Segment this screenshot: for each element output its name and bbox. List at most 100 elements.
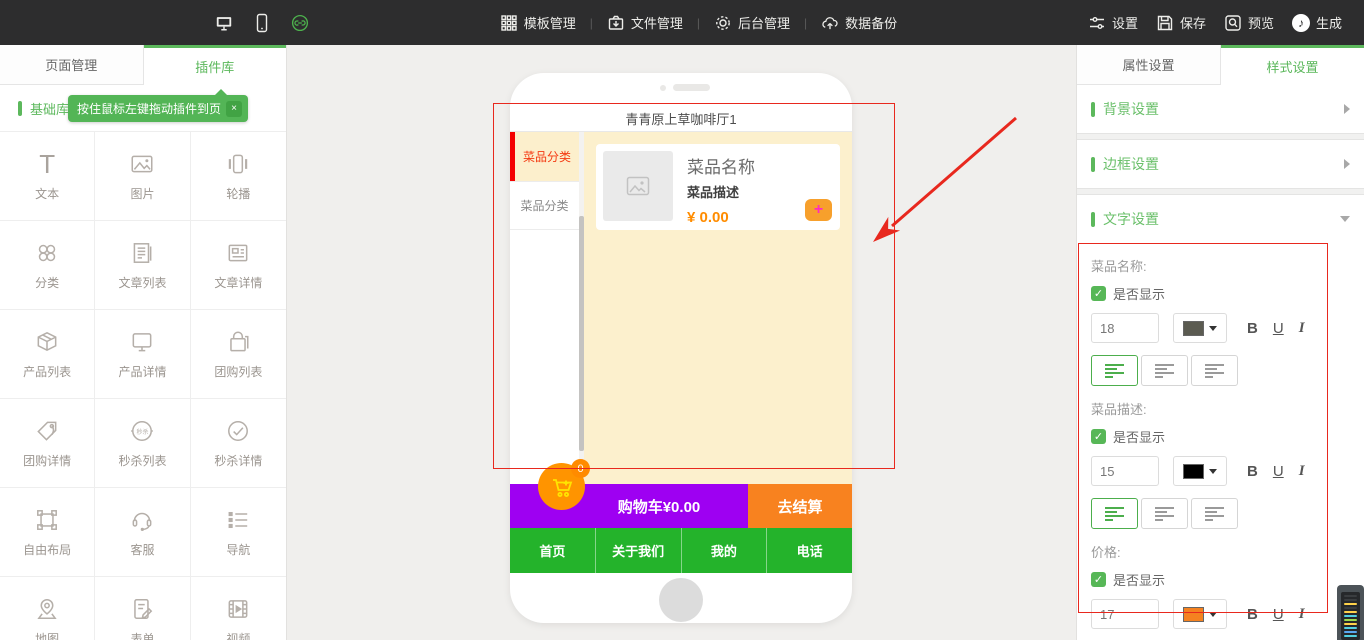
tab-plugin-library[interactable]: 插件库: [144, 45, 287, 85]
checkout-button[interactable]: 去结算: [748, 484, 852, 528]
link-icon[interactable]: [291, 14, 309, 32]
widget-nav[interactable]: 导航: [191, 488, 286, 577]
close-icon[interactable]: ×: [226, 101, 242, 117]
menu-separator: |: [804, 16, 807, 30]
italic-button[interactable]: I: [1299, 606, 1305, 623]
tab-page-manage[interactable]: 页面管理: [0, 45, 144, 85]
category-tab[interactable]: 菜品分类: [510, 181, 579, 230]
generate-button[interactable]: ♪ 生成: [1292, 13, 1342, 32]
nav-mine[interactable]: 我的: [681, 528, 767, 573]
menu-data-backup[interactable]: 数据备份: [821, 13, 897, 32]
menu-template-manage[interactable]: 模板管理: [500, 13, 576, 32]
phone-scrollbar-thumb[interactable]: [579, 216, 584, 451]
widget-seckill-detail[interactable]: 秒杀详情: [191, 399, 286, 488]
font-color-dropdown[interactable]: [1173, 313, 1227, 343]
topbar: 模板管理 | 文件管理 | 后台管理 | 数据备份: [0, 0, 1364, 45]
editor-stage: 模板管理 | 文件管理 | 后台管理 | 数据备份: [0, 0, 1364, 640]
text-icon: T: [34, 151, 60, 177]
section-background-settings[interactable]: 背景设置: [1077, 85, 1364, 133]
widget-product-detail[interactable]: 产品详情: [95, 310, 190, 399]
mini-toolbar-widget[interactable]: [1337, 585, 1364, 640]
text-settings-body: 菜品名称: ✓ 是否显示 B U I: [1077, 256, 1364, 629]
show-toggle-row: ✓ 是否显示: [1091, 427, 1350, 446]
phone-preview: 青青原上草咖啡厅1 菜品分类 菜品分类 菜品名称 菜品描述 ¥ 0.00: [510, 73, 852, 623]
font-controls-row: B U I: [1091, 313, 1350, 343]
widget-product-list[interactable]: 产品列表: [0, 310, 95, 399]
widget-article-list[interactable]: 文章列表: [95, 221, 190, 310]
widget-groupbuy-list[interactable]: 团购列表: [191, 310, 286, 399]
bold-button[interactable]: B: [1247, 463, 1258, 480]
underline-button[interactable]: U: [1273, 320, 1284, 337]
font-color-dropdown[interactable]: [1173, 599, 1227, 629]
font-size-input[interactable]: [1091, 456, 1159, 486]
checkbox-checked-icon[interactable]: ✓: [1091, 286, 1106, 301]
service-icon: [129, 507, 155, 533]
align-right-button[interactable]: [1191, 498, 1238, 529]
widget-text[interactable]: T 文本: [0, 132, 95, 221]
underline-button[interactable]: U: [1273, 606, 1284, 623]
widget-article-detail[interactable]: 文章详情: [191, 221, 286, 310]
widget-service[interactable]: 客服: [95, 488, 190, 577]
green-bar: [1091, 102, 1095, 117]
widget-carousel[interactable]: 轮播: [191, 132, 286, 221]
form-icon: [129, 596, 155, 622]
preview-button[interactable]: 预览: [1224, 13, 1274, 32]
widget-map[interactable]: 地图: [0, 577, 95, 640]
menu-label: 模板管理: [524, 13, 576, 32]
nav-about[interactable]: 关于我们: [595, 528, 681, 573]
section-border-settings[interactable]: 边框设置: [1077, 140, 1364, 188]
product-detail-icon: [129, 329, 155, 355]
widget-free-layout[interactable]: 自由布局: [0, 488, 95, 577]
underline-button[interactable]: U: [1273, 463, 1284, 480]
font-color-dropdown[interactable]: [1173, 456, 1227, 486]
widget-video[interactable]: 视频: [191, 577, 286, 640]
topbar-actions: 设置 保存 预览 ♪ 生成: [1088, 13, 1342, 32]
menu-file-manage[interactable]: 文件管理: [607, 13, 683, 32]
chevron-right-icon: [1344, 159, 1350, 169]
nav-phone[interactable]: 电话: [766, 528, 852, 573]
dish-list: 菜品名称 菜品描述 ¥ 0.00 +: [584, 132, 852, 484]
phone-body: 菜品分类 菜品分类 菜品名称 菜品描述 ¥ 0.00 +: [510, 132, 852, 484]
phone-camera-dot: [660, 85, 666, 91]
checkbox-checked-icon[interactable]: ✓: [1091, 429, 1106, 444]
align-center-button[interactable]: [1141, 498, 1188, 529]
file-icon: [607, 14, 625, 32]
align-left-button[interactable]: [1091, 498, 1138, 529]
bold-button[interactable]: B: [1247, 606, 1258, 623]
widget-image[interactable]: 图片: [95, 132, 190, 221]
widget-grid: T 文本 图片 轮播 分类: [0, 131, 286, 640]
align-left-button[interactable]: [1091, 355, 1138, 386]
category-sidebar: 菜品分类 菜品分类: [510, 132, 579, 484]
add-dish-button[interactable]: +: [805, 199, 832, 221]
widget-groupbuy-detail[interactable]: 团购详情: [0, 399, 95, 488]
groupbuy-list-icon: [225, 329, 251, 355]
dish-card[interactable]: 菜品名称 菜品描述 ¥ 0.00 +: [596, 144, 840, 230]
tab-style-settings[interactable]: 样式设置: [1221, 45, 1364, 85]
font-size-input[interactable]: [1091, 599, 1159, 629]
italic-button[interactable]: I: [1299, 320, 1305, 337]
menu-separator: |: [590, 16, 593, 30]
category-tab-active[interactable]: 菜品分类: [510, 132, 579, 181]
align-right-button[interactable]: [1191, 355, 1238, 386]
settings-button[interactable]: 设置: [1088, 13, 1138, 32]
mobile-icon[interactable]: [253, 14, 271, 32]
tab-attribute-settings[interactable]: 属性设置: [1077, 45, 1221, 85]
article-detail-icon: [225, 240, 251, 266]
italic-button[interactable]: I: [1299, 463, 1305, 480]
font-size-input[interactable]: [1091, 313, 1159, 343]
menu-backend-manage[interactable]: 后台管理: [714, 13, 790, 32]
image-icon: [129, 151, 155, 177]
dish-name: 菜品名称: [687, 153, 755, 178]
menu-label: 数据备份: [845, 13, 897, 32]
save-button[interactable]: 保存: [1156, 13, 1206, 32]
preview-icon: [1224, 14, 1242, 32]
widget-form[interactable]: 表单: [95, 577, 190, 640]
desktop-icon[interactable]: [215, 14, 233, 32]
align-center-button[interactable]: [1141, 355, 1188, 386]
bold-button[interactable]: B: [1247, 320, 1258, 337]
widget-category[interactable]: 分类: [0, 221, 95, 310]
nav-home[interactable]: 首页: [510, 528, 595, 573]
widget-seckill-list[interactable]: 秒杀 秒杀列表: [95, 399, 190, 488]
section-text-settings[interactable]: 文字设置: [1077, 195, 1364, 243]
checkbox-checked-icon[interactable]: ✓: [1091, 572, 1106, 587]
